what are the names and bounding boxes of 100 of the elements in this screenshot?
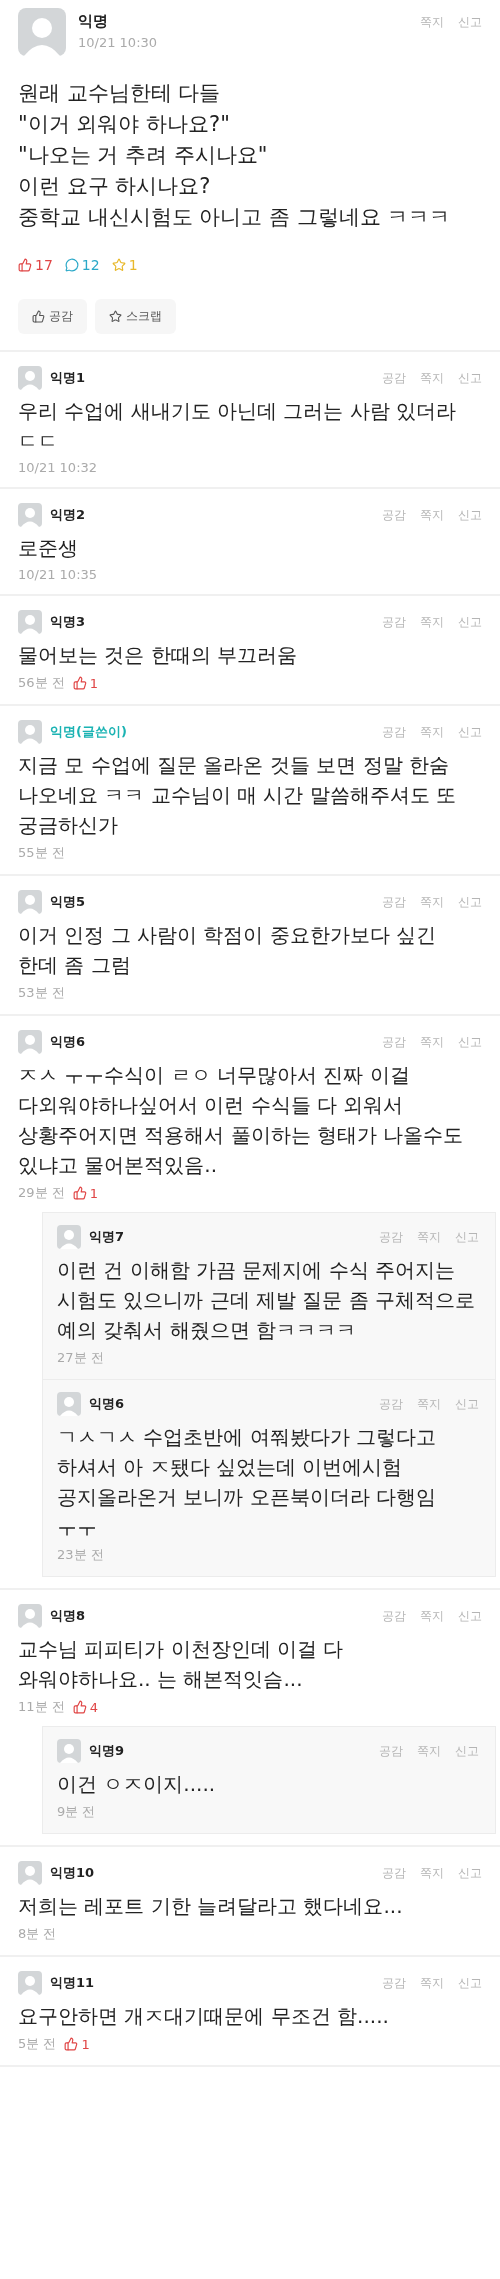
comment-action-link[interactable]: 쪽지 xyxy=(417,1742,441,1760)
comment-action-link[interactable]: 쪽지 xyxy=(417,1228,441,1246)
post-action-link[interactable]: 신고 xyxy=(458,14,482,31)
comment-action-link[interactable]: 공감 xyxy=(382,1033,406,1051)
comment-time: 10/21 10:35 xyxy=(18,567,98,582)
like-icon xyxy=(72,676,87,690)
comment-text: 로준생 xyxy=(18,535,79,562)
comment-action-link[interactable]: 공감 xyxy=(382,893,406,911)
comment-time: 23분 전 xyxy=(57,1546,104,1564)
like-count: 1 xyxy=(72,1185,98,1201)
comment-action-link[interactable]: 신고 xyxy=(458,506,482,524)
comment-action-link[interactable]: 공감 xyxy=(379,1742,403,1760)
comment-text: ㅈㅅ ㅜㅜ수식이 ㄹㅇ 너무많아서 진짜 이걸 다외워야하나싶어서 이런 수식들 다 외워서 상황주어지면 적용해서 풀이하는 형태가 나올수도 있냐고 물어본적있음.. xyxy=(18,1062,465,1179)
comment-action-link[interactable]: 공감 xyxy=(382,369,406,387)
comment-time: 27분 전 xyxy=(57,1349,104,1367)
comment-author: 익명8 xyxy=(50,1607,86,1625)
comment-action-link[interactable]: 신고 xyxy=(455,1228,479,1246)
comment-text: 이건 ㅇㅈ이지..... xyxy=(57,1771,217,1798)
like-icon xyxy=(18,258,32,272)
comment-action-link[interactable]: 쪽지 xyxy=(420,506,444,524)
comment-action-link[interactable]: 쪽지 xyxy=(420,1607,444,1625)
comment-action-link[interactable]: 신고 xyxy=(455,1395,479,1413)
comment-time: 53분 전 xyxy=(18,984,65,1002)
like-count: 1 xyxy=(72,675,98,691)
stat-count: 1 xyxy=(111,257,138,273)
star-icon xyxy=(111,258,126,272)
comment-action-link[interactable]: 신고 xyxy=(458,723,482,741)
avatar-icon xyxy=(18,503,42,527)
comment-time: 10/21 10:32 xyxy=(18,460,98,475)
avatar-icon xyxy=(57,1392,81,1416)
stat-count: 12 xyxy=(64,257,100,273)
comment-action-link[interactable]: 쪽지 xyxy=(417,1395,441,1413)
comment-action-link[interactable]: 공감 xyxy=(382,723,406,741)
comment-action-link[interactable]: 신고 xyxy=(458,1974,482,1992)
avatar-icon xyxy=(18,366,42,390)
comment-author: 익명11 xyxy=(50,1974,95,1992)
avatar-icon xyxy=(57,1739,81,1763)
comment-author: 익명2 xyxy=(50,506,86,524)
comment-action-link[interactable]: 쪽지 xyxy=(420,1974,444,1992)
comment-action-link[interactable]: 공감 xyxy=(379,1228,403,1246)
comment-text: 저희는 레포트 기한 늘려달라고 했다네요... xyxy=(18,1893,404,1920)
comment-action-link[interactable]: 공감 xyxy=(382,1607,406,1625)
comment-text: 지금 모 수업에 질문 올라온 것들 보면 정말 한숨 나오네요 ㅋㅋ 교수님이 매 시간 말씀해주셔도 또 궁금하신가 xyxy=(18,752,458,839)
like-count: 1 xyxy=(64,2036,90,2052)
avatar-icon xyxy=(18,1030,42,1054)
comment-text: 물어보는 것은 한때의 부끄러움 xyxy=(18,642,299,669)
comment-time: 9분 전 xyxy=(57,1803,96,1821)
comment-time: 8분 전 xyxy=(18,1925,57,1943)
post-time: 10/21 10:30 xyxy=(78,35,159,50)
comment-action-link[interactable]: 신고 xyxy=(455,1742,479,1760)
comment-action-link[interactable]: 신고 xyxy=(458,369,482,387)
avatar-icon xyxy=(18,720,42,744)
comment-author: 익명1 xyxy=(50,369,86,387)
comment-time: 56분 전 xyxy=(18,674,65,692)
comment-action-link[interactable]: 신고 xyxy=(458,893,482,911)
comment-action-link[interactable]: 공감 xyxy=(382,1974,406,1992)
comment-author: 익명9 xyxy=(89,1742,125,1760)
comment-text: 요구안하면 개ㅈ대기때문에 무조건 함..... xyxy=(18,2003,390,2030)
comment-action-link[interactable]: 공감 xyxy=(382,613,406,631)
comment-text: ㄱㅅㄱㅅ 수업초반에 여쭤봤다가 그렇다고 하셔서 아 ㅈ됐다 싶었는데 이번에시험 공지올라온거 보니까 오픈북이더라 다행임 ㅜㅜ xyxy=(57,1424,438,1541)
comment-action-link[interactable]: 공감 xyxy=(379,1395,403,1413)
like-icon xyxy=(72,1186,87,1200)
like-icon xyxy=(64,2037,79,2051)
comment-time: 29분 전 xyxy=(18,1184,65,1202)
avatar-icon xyxy=(18,610,42,634)
comment-author: 익명5 xyxy=(50,893,86,911)
comment-time: 5분 전 xyxy=(18,2035,57,2053)
comment-author: 익명(글쓴이) xyxy=(50,723,127,741)
comment-author: 익명3 xyxy=(50,613,86,631)
action-button[interactable]: 스크랩 xyxy=(95,299,176,334)
action-button[interactable]: 공감 xyxy=(18,299,87,334)
comment-action-link[interactable]: 신고 xyxy=(458,1033,482,1051)
avatar-icon xyxy=(57,1225,81,1249)
star-icon xyxy=(109,310,122,323)
comment-author: 익명6 xyxy=(50,1033,86,1051)
comment-action-link[interactable]: 쪽지 xyxy=(420,893,444,911)
comment-action-link[interactable]: 쪽지 xyxy=(420,1033,444,1051)
avatar-icon xyxy=(18,1604,42,1628)
comment-text: 이거 인정 그 사람이 학점이 중요한가보다 싶긴 한데 좀 그럼 xyxy=(18,922,438,979)
comment-action-link[interactable]: 신고 xyxy=(458,1607,482,1625)
comment-action-link[interactable]: 쪽지 xyxy=(420,369,444,387)
comment-author: 익명7 xyxy=(89,1228,125,1246)
comment-action-link[interactable]: 신고 xyxy=(458,613,482,631)
comment-action-link[interactable]: 신고 xyxy=(458,1864,482,1882)
post-author: 익명 xyxy=(78,12,109,31)
comment-action-link[interactable]: 공감 xyxy=(382,1864,406,1882)
comment-text: 우리 수업에 새내기도 아닌데 그러는 사람 있더라 ㄷㄷ xyxy=(18,398,458,455)
post-action-link[interactable]: 쪽지 xyxy=(420,14,444,31)
comment-action-link[interactable]: 쪽지 xyxy=(420,723,444,741)
avatar-icon xyxy=(18,8,66,56)
comment-action-link[interactable]: 쪽지 xyxy=(420,1864,444,1882)
comment-text: 교수님 피피티가 이천장인데 이걸 다 와워야하나요.. 는 해본적잇슴... xyxy=(18,1636,345,1693)
like-icon xyxy=(72,1700,87,1714)
comment-action-link[interactable]: 쪽지 xyxy=(420,613,444,631)
comment-action-link[interactable]: 공감 xyxy=(382,506,406,524)
comment-author: 익명10 xyxy=(50,1864,95,1882)
avatar-icon xyxy=(18,890,42,914)
comment-time: 11분 전 xyxy=(18,1698,65,1716)
comment-icon xyxy=(64,258,79,272)
comment-time: 55분 전 xyxy=(18,844,65,862)
